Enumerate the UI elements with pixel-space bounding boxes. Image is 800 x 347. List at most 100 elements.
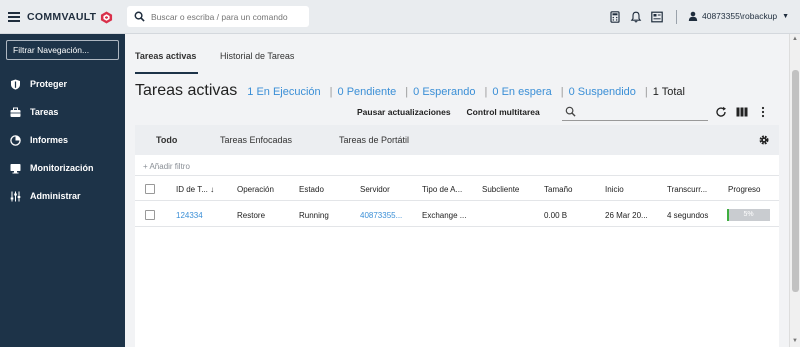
search-input[interactable] bbox=[151, 11, 301, 22]
table-row[interactable]: 124334 Restore Running 40873355... Excha… bbox=[135, 205, 779, 227]
tab-todo[interactable]: Todo bbox=[156, 135, 177, 145]
monitor-icon bbox=[10, 163, 21, 173]
tab-historial[interactable]: Historial de Tareas bbox=[220, 51, 294, 61]
user-menu[interactable]: 40873355\robackup ▼ bbox=[688, 11, 789, 21]
stat-count: 0 bbox=[337, 86, 344, 98]
global-search[interactable] bbox=[127, 6, 309, 27]
nav-list: Proteger Tareas Informes Monitorización … bbox=[0, 70, 125, 210]
stat-on-hold[interactable]: 0 En espera bbox=[492, 86, 551, 98]
briefcase-icon bbox=[10, 107, 21, 117]
multitask-control-button[interactable]: Control multitarea bbox=[467, 107, 540, 117]
cell-operation: Restore bbox=[237, 211, 266, 220]
cell-elapsed: 4 segundos bbox=[667, 211, 709, 220]
stat-label: Suspendido bbox=[577, 86, 636, 98]
user-name: 40873355\robackup bbox=[702, 11, 778, 21]
row-checkbox[interactable] bbox=[145, 210, 155, 220]
tab-tareas-portatil[interactable]: Tareas de Portátil bbox=[339, 135, 409, 145]
stat-total[interactable]: 1 Total bbox=[653, 86, 685, 98]
sidebar-item-label: Monitorización bbox=[30, 163, 94, 173]
cell-type: Exchange ... bbox=[422, 211, 467, 220]
column-header-state[interactable]: Estado bbox=[299, 185, 324, 194]
sort-arrow-icon: ↓ bbox=[210, 185, 215, 194]
stat-suspended[interactable]: 0 Suspendido bbox=[569, 86, 636, 98]
more-options-icon[interactable] bbox=[757, 106, 769, 118]
select-all-checkbox[interactable] bbox=[145, 184, 155, 194]
chevron-down-icon: ▼ bbox=[782, 12, 790, 20]
add-filter-button[interactable]: + Añadir filtro bbox=[143, 162, 190, 171]
scroll-up-icon[interactable]: ▲ bbox=[792, 36, 798, 42]
top-bar: COMMVAULT Buscar o escriba / para un com… bbox=[0, 0, 800, 34]
sidebar-item-label: Proteger bbox=[30, 79, 68, 89]
sidebar-item-monitorizacion[interactable]: Monitorización bbox=[0, 154, 125, 182]
pause-updates-button[interactable]: Pausar actualizaciones bbox=[357, 107, 451, 117]
divider bbox=[676, 10, 677, 24]
divider bbox=[135, 175, 779, 176]
column-header-label: ID de T... bbox=[176, 185, 208, 194]
sidebar-item-tareas[interactable]: Tareas bbox=[0, 98, 125, 126]
sidebar-item-administrar[interactable]: Administrar bbox=[0, 182, 125, 210]
brand-logo-text[interactable]: COMMVAULT bbox=[27, 11, 96, 23]
divider: | bbox=[484, 86, 488, 98]
sidebar: Filtrar Navegación... Proteger Tareas In… bbox=[0, 34, 125, 347]
stat-count: 0 bbox=[413, 86, 420, 98]
stat-label: En Ejecución bbox=[256, 86, 321, 98]
column-header-type[interactable]: Tipo de A... bbox=[422, 185, 462, 194]
column-header-id[interactable]: ID de T... ↓ bbox=[176, 185, 214, 194]
cell-state: Running bbox=[299, 211, 329, 220]
nav-filter-input[interactable]: Filtrar Navegación... bbox=[6, 40, 119, 60]
table-tools bbox=[715, 106, 769, 118]
columns-icon[interactable] bbox=[736, 106, 748, 118]
table-search-input[interactable] bbox=[562, 104, 708, 121]
gear-icon[interactable] bbox=[758, 134, 770, 146]
commvault-logo-icon bbox=[101, 10, 113, 24]
menu-icon[interactable] bbox=[8, 12, 20, 22]
sidebar-item-informes[interactable]: Informes bbox=[0, 126, 125, 154]
dashboard-icon[interactable] bbox=[651, 11, 663, 23]
search-icon bbox=[565, 106, 576, 117]
summary-row: Tareas activas 1 En Ejecución | 0 Pendie… bbox=[135, 82, 685, 100]
job-id-link[interactable]: 124334 bbox=[176, 211, 203, 220]
column-header-server[interactable]: Servidor bbox=[360, 185, 390, 194]
job-subtabs: Todo Tareas Enfocadas Tareas de Portátil bbox=[135, 125, 779, 155]
stat-count: 0 bbox=[568, 86, 575, 98]
stat-running[interactable]: 1 En Ejecución bbox=[247, 86, 320, 98]
stat-count: 1 bbox=[652, 86, 659, 98]
column-header-subclient[interactable]: Subcliente bbox=[482, 185, 519, 194]
divider: | bbox=[644, 86, 648, 98]
scrollbar[interactable]: ▲ ▼ bbox=[789, 34, 800, 347]
stat-waiting[interactable]: 0 Esperando bbox=[413, 86, 475, 98]
sidebar-item-label: Tareas bbox=[30, 107, 59, 117]
divider: | bbox=[560, 86, 564, 98]
scroll-down-icon[interactable]: ▼ bbox=[792, 338, 798, 344]
refresh-icon[interactable] bbox=[715, 106, 727, 118]
jobs-panel: Todo Tareas Enfocadas Tareas de Portátil… bbox=[135, 125, 779, 347]
column-header-progress[interactable]: Progreso bbox=[728, 185, 760, 194]
stat-label: Total bbox=[661, 86, 685, 98]
settings-icon bbox=[10, 191, 21, 201]
sidebar-item-label: Informes bbox=[30, 135, 69, 145]
stat-pending[interactable]: 0 Pendiente bbox=[338, 86, 397, 98]
column-header-elapsed[interactable]: Transcurr... bbox=[667, 185, 707, 194]
active-tab-indicator bbox=[135, 72, 198, 74]
tab-tareas-enfocadas[interactable]: Tareas Enfocadas bbox=[220, 135, 292, 145]
stat-count: 0 bbox=[492, 86, 499, 98]
stat-count: 1 bbox=[247, 86, 254, 98]
divider: | bbox=[329, 86, 333, 98]
column-header-start[interactable]: Inicio bbox=[605, 185, 624, 194]
stat-label: En espera bbox=[501, 86, 552, 98]
tab-tareas-activas[interactable]: Tareas activas bbox=[135, 51, 196, 61]
column-header-size[interactable]: Tamaño bbox=[544, 185, 572, 194]
divider: | bbox=[405, 86, 409, 98]
stat-label: Esperando bbox=[422, 86, 476, 98]
server-link[interactable]: 40873355... bbox=[360, 211, 402, 220]
scroll-thumb[interactable] bbox=[792, 70, 799, 292]
cell-size: 0.00 B bbox=[544, 211, 568, 220]
table-header: ID de T... ↓ Operación Estado Servidor T… bbox=[135, 179, 779, 201]
search-icon bbox=[134, 11, 145, 22]
chart-icon bbox=[10, 134, 21, 146]
calculator-icon[interactable] bbox=[609, 11, 621, 23]
column-header-operation[interactable]: Operación bbox=[237, 185, 274, 194]
sidebar-item-proteger[interactable]: Proteger bbox=[0, 70, 125, 98]
brand: COMMVAULT bbox=[0, 0, 125, 34]
bell-icon[interactable] bbox=[630, 11, 642, 23]
